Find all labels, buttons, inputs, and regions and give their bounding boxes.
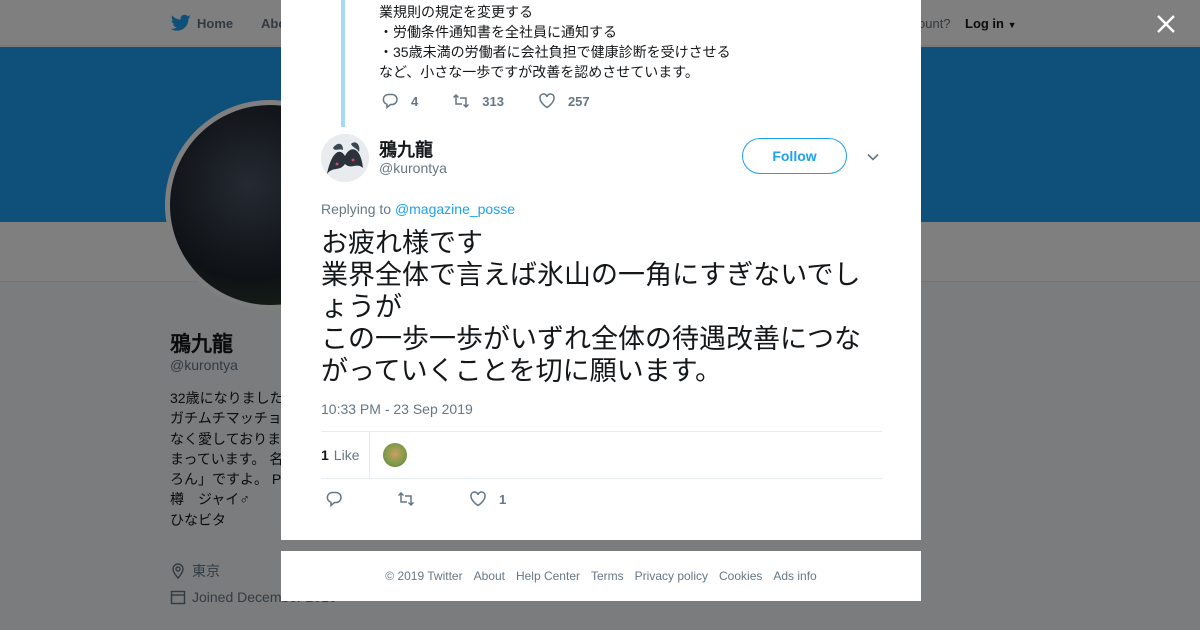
tweet-actions: 1 [325,490,560,508]
author-avatar[interactable] [321,134,369,182]
author-handle[interactable]: @kurontya [379,160,447,176]
follow-button[interactable]: Follow [742,138,847,174]
parent-tweet-line: ・35歳未満の労働者に会社負担で健康診断を受けさせる [379,44,731,60]
chevron-down-icon[interactable] [865,149,881,165]
liker-avatar[interactable] [383,443,407,467]
footer-link-ads-info[interactable]: Ads info [773,569,816,583]
footer-link-help-center[interactable]: Help Center [516,569,580,583]
heart-icon [539,93,555,109]
likes-stat-label: Like [333,447,360,463]
parent-tweet-line: ・労働条件通知書を全社員に通知する [379,24,617,40]
footer: © 2019 Twitter About Help Center Terms P… [281,551,921,601]
like-button[interactable]: 257 [538,92,590,110]
reply-button[interactable] [325,490,343,508]
parent-tweet-line: 業規則の規定を変更する [379,4,533,20]
parent-tweet-line: など、小さな一歩ですが改善を認めさせています。 [379,64,699,80]
tweet-text-line: ょうが [321,292,402,322]
likes-stat[interactable]: 1 Like [321,447,359,463]
footer-copyright: © 2019 Twitter [385,569,463,583]
retweet-count: 313 [482,93,504,109]
heart-icon [470,491,486,507]
tweet-text-line: 業界全体で言えば氷山の一角にすぎないでし [321,260,861,290]
parent-tweet-text: 業規則の規定を変更する ・労働条件通知書を全社員に通知する ・35歳未満の労働者… [379,2,731,82]
tweet-modal: 業規則の規定を変更する ・労働条件通知書を全社員に通知する ・35歳未満の労働者… [281,0,921,540]
tweet-text-line: この一歩一歩がいずれ全体の待遇改善につな [321,324,861,354]
like-button[interactable]: 1 [469,490,506,508]
tweet-text-line: お疲れ様です [321,228,483,258]
tweet-timestamp[interactable]: 10:33 PM - 23 Sep 2019 [321,401,473,417]
retweet-icon [397,491,415,507]
like-count: 257 [567,93,590,109]
reply-icon [382,93,398,110]
replying-to-link[interactable]: @magazine_posse [395,201,515,217]
stats-divider [369,432,370,479]
thread-connector [341,0,345,127]
retweet-button[interactable] [397,490,415,508]
close-icon[interactable] [1152,10,1180,38]
tweet-stats: 1 Like [321,431,882,479]
like-count: 1 [499,491,507,507]
replying-to: Replying to @magazine_posse [321,201,515,217]
reply-button[interactable]: 4 [381,92,418,110]
replying-prefix: Replying to [321,201,392,217]
likes-stat-count: 1 [321,447,329,463]
dragon-avatar-image [321,134,369,182]
footer-link-terms[interactable]: Terms [591,569,624,583]
tweet-text-line: がっていくことを切に願います。 [321,356,722,386]
author-name[interactable]: 鴉九龍 [379,136,433,162]
footer-link-cookies[interactable]: Cookies [719,569,762,583]
footer-link-about[interactable]: About [474,569,505,583]
tweet-text: お疲れ様です 業界全体で言えば氷山の一角にすぎないでし ょうが この一歩一歩がい… [321,227,886,387]
reply-icon [326,491,342,508]
reply-count: 4 [411,93,419,109]
retweet-button[interactable]: 313 [452,92,504,110]
footer-link-privacy[interactable]: Privacy policy [635,569,708,583]
retweet-icon [453,93,470,109]
parent-tweet-actions: 4 313 257 [381,92,624,110]
